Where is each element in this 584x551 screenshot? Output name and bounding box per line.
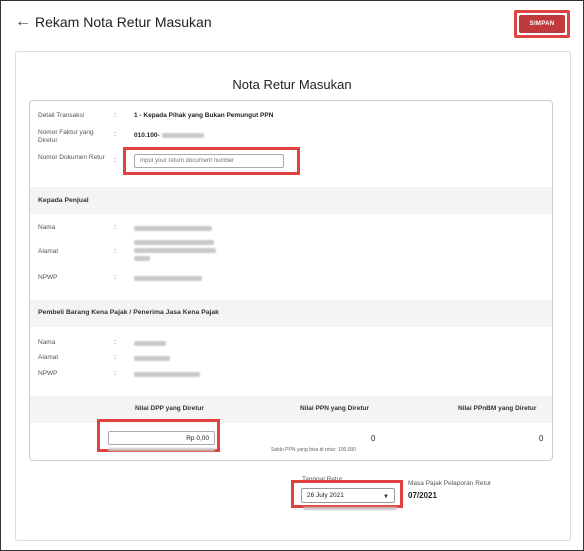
penjual-alamat-label: Alamat [38, 248, 59, 255]
pembeli-npwp-label: NPWP [38, 370, 58, 377]
redacted-text [134, 276, 202, 281]
detail-transaksi-label: Detail Transaksi [38, 112, 85, 119]
redacted-text [134, 356, 170, 361]
save-button-highlight: SIMPAN [514, 10, 570, 38]
back-arrow-icon[interactable]: ← [15, 13, 31, 31]
ppnbm-value: 0 [539, 434, 544, 443]
ppn-value: 0 [371, 434, 376, 443]
colon: : [114, 339, 116, 346]
penjual-nama-label: Nama [38, 224, 56, 231]
penjual-npwp-label: NPWP [38, 274, 58, 281]
nomor-faktur-label: Nomor Faktur yang Diretur [38, 129, 94, 144]
nomor-dokumen-label: Nomor Dokumen Retur [38, 154, 105, 161]
colon: : [114, 274, 116, 281]
colon: : [114, 131, 116, 138]
colon: : [114, 157, 116, 164]
detail-transaksi-value: 1 - Kepada Pihak yang Bukan Pemungut PPN [134, 112, 274, 119]
colon: : [114, 112, 116, 119]
dpp-column-header: Nilai DPP yang Diretur [135, 405, 204, 412]
redacted-text [108, 448, 215, 451]
colon: : [114, 224, 116, 231]
redacted-text [134, 341, 166, 346]
redacted-text [134, 226, 212, 231]
ppnbm-column-header: Nilai PPnBM yang Diretur [458, 405, 537, 412]
redacted-text [134, 248, 216, 253]
dpp-input[interactable] [108, 431, 215, 445]
colon: : [114, 370, 116, 377]
tanggal-retur-select[interactable]: 26 July 2021 ▼ [301, 488, 395, 503]
form-panel: Detail Transaksi : 1 - Kepada Pihak yang… [29, 100, 553, 461]
chevron-down-icon: ▼ [383, 494, 389, 500]
masa-pajak-value: 07/2021 [408, 491, 437, 500]
penjual-section-title: Kepada Penjual [38, 197, 89, 204]
colon: : [114, 248, 116, 255]
pembeli-nama-label: Nama [38, 339, 56, 346]
page-title: Rekam Nota Retur Masukan [35, 14, 212, 30]
pembeli-section-title: Pembeli Barang Kena Pajak / Penerima Jas… [38, 309, 219, 316]
colon: : [114, 354, 116, 361]
penjual-section-header [30, 187, 552, 214]
redacted-text [303, 507, 397, 510]
nomor-dokumen-input[interactable] [134, 154, 284, 168]
saldo-ppn-note: Saldo PPN yang bisa di retur: 100.000 [271, 447, 357, 453]
redacted-text [162, 133, 204, 138]
app-frame: ← Rekam Nota Retur Masukan SIMPAN Nota R… [0, 0, 584, 551]
masa-pajak-label: Masa Pajak Pelaporan Retur [408, 480, 492, 487]
tanggal-retur-value: 26 July 2021 [307, 492, 344, 499]
save-button[interactable]: SIMPAN [519, 15, 565, 33]
redacted-text [134, 372, 200, 377]
pembeli-alamat-label: Alamat [38, 354, 59, 361]
redacted-text [134, 256, 150, 261]
header: ← Rekam Nota Retur Masukan SIMPAN [1, 1, 583, 45]
redacted-text [134, 240, 214, 245]
card-title: Nota Retur Masukan [232, 77, 352, 92]
ppn-column-header: Nilai PPN yang Diretur [300, 405, 369, 412]
nomor-faktur-value: 010.100- [134, 132, 160, 139]
